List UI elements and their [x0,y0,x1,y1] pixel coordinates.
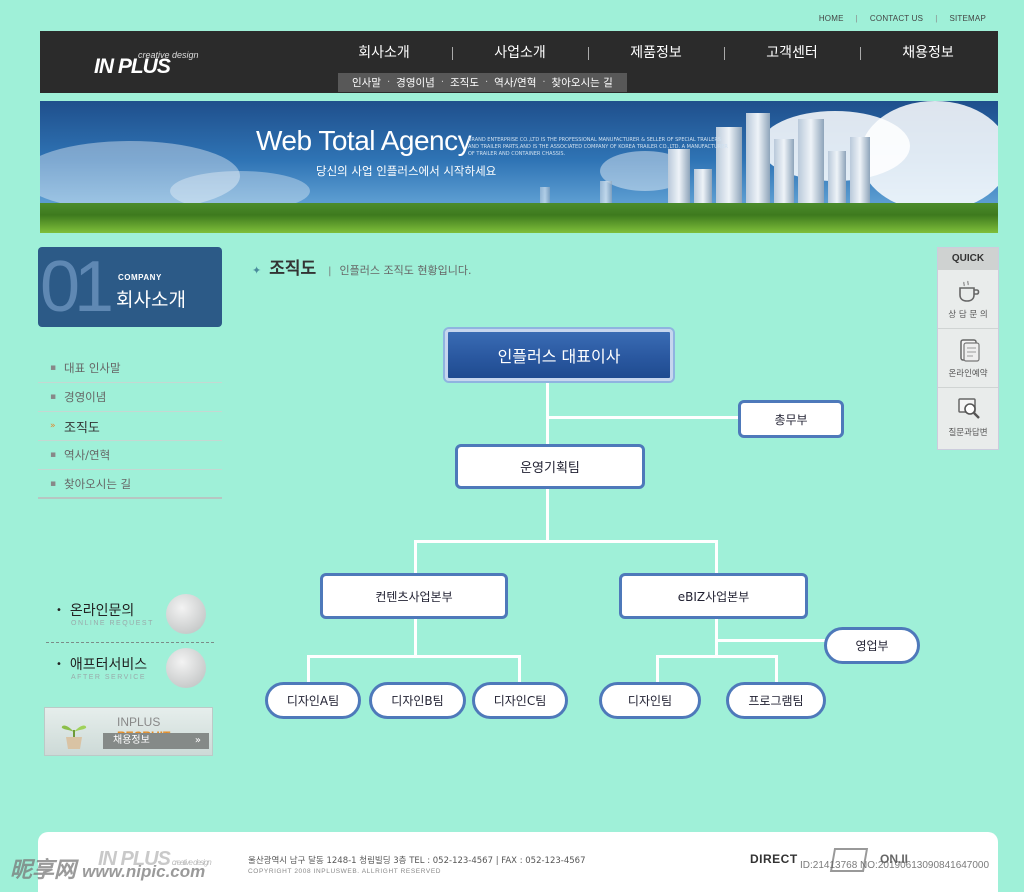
connector-line [656,655,778,658]
footer-direct-label[interactable]: DIRECT [750,852,798,866]
watermark-left: 昵享网 www.nipic.com [10,852,205,884]
footer-address: 울산광역시 남구 달동 1248-1 청림빌딩 3층 TEL : 052-123… [248,856,586,866]
connector-line [414,619,417,657]
connector-line [414,540,417,574]
connector-line [546,416,739,419]
quick-item-label: 온라인예약 [948,369,988,379]
document-icon [960,339,980,362]
connector-line [307,655,521,658]
ops-planning-node: 운영기획팀 [455,444,645,489]
watermark-right: ID:21413768 NO:20190613090841647000 [800,860,990,871]
quick-item-label: 질문과답변 [948,428,988,438]
quick-item-qna[interactable]: 질문과답변 [938,388,998,447]
org-chart: 인플러스 대표이사 총무부 운영기획팀 컨텐츠사업본부 eBIZ사업본부 영업부… [0,0,1024,886]
connector-line [715,619,718,657]
sales-node: 영업부 [824,627,920,664]
connector-line [775,655,778,684]
magnifier-monitor-icon [958,398,980,419]
design-team-node: 디자인팀 [599,682,701,719]
coffee-cup-icon [959,280,980,302]
design-a-team-node: 디자인A팀 [265,682,361,719]
content-division-node: 컨텐츠사업본부 [320,573,508,619]
quick-item-reservation[interactable]: 온라인예약 [938,329,998,388]
watermark-left-text: 昵享网 [10,857,77,882]
quick-menu: QUICK 상 담 문 의 온라인예약 질문과답변 [937,247,999,450]
watermark-left-url: www.nipic.com [82,862,206,881]
quick-item-label: 상 담 문 의 [948,310,988,320]
design-b-team-node: 디자인B팀 [369,682,466,719]
connector-line [656,655,659,684]
connector-line [307,655,310,684]
ebiz-division-node: eBIZ사업본부 [619,573,808,619]
connector-line [715,540,718,574]
connector-line [546,383,549,445]
connector-line [546,489,549,541]
general-affairs-node: 총무부 [738,400,844,438]
quick-menu-header: QUICK [938,248,998,270]
connector-line [414,540,718,543]
quick-item-consult[interactable]: 상 담 문 의 [938,270,998,329]
design-c-team-node: 디자인C팀 [472,682,568,719]
footer-copyright: COPYRIGHT 2008 INPLUSWEB. ALLRIGHT RESER… [248,868,442,875]
connector-line [715,639,825,642]
connector-line [518,655,521,684]
ceo-node: 인플러스 대표이사 [445,329,673,381]
program-team-node: 프로그램팀 [726,682,826,719]
